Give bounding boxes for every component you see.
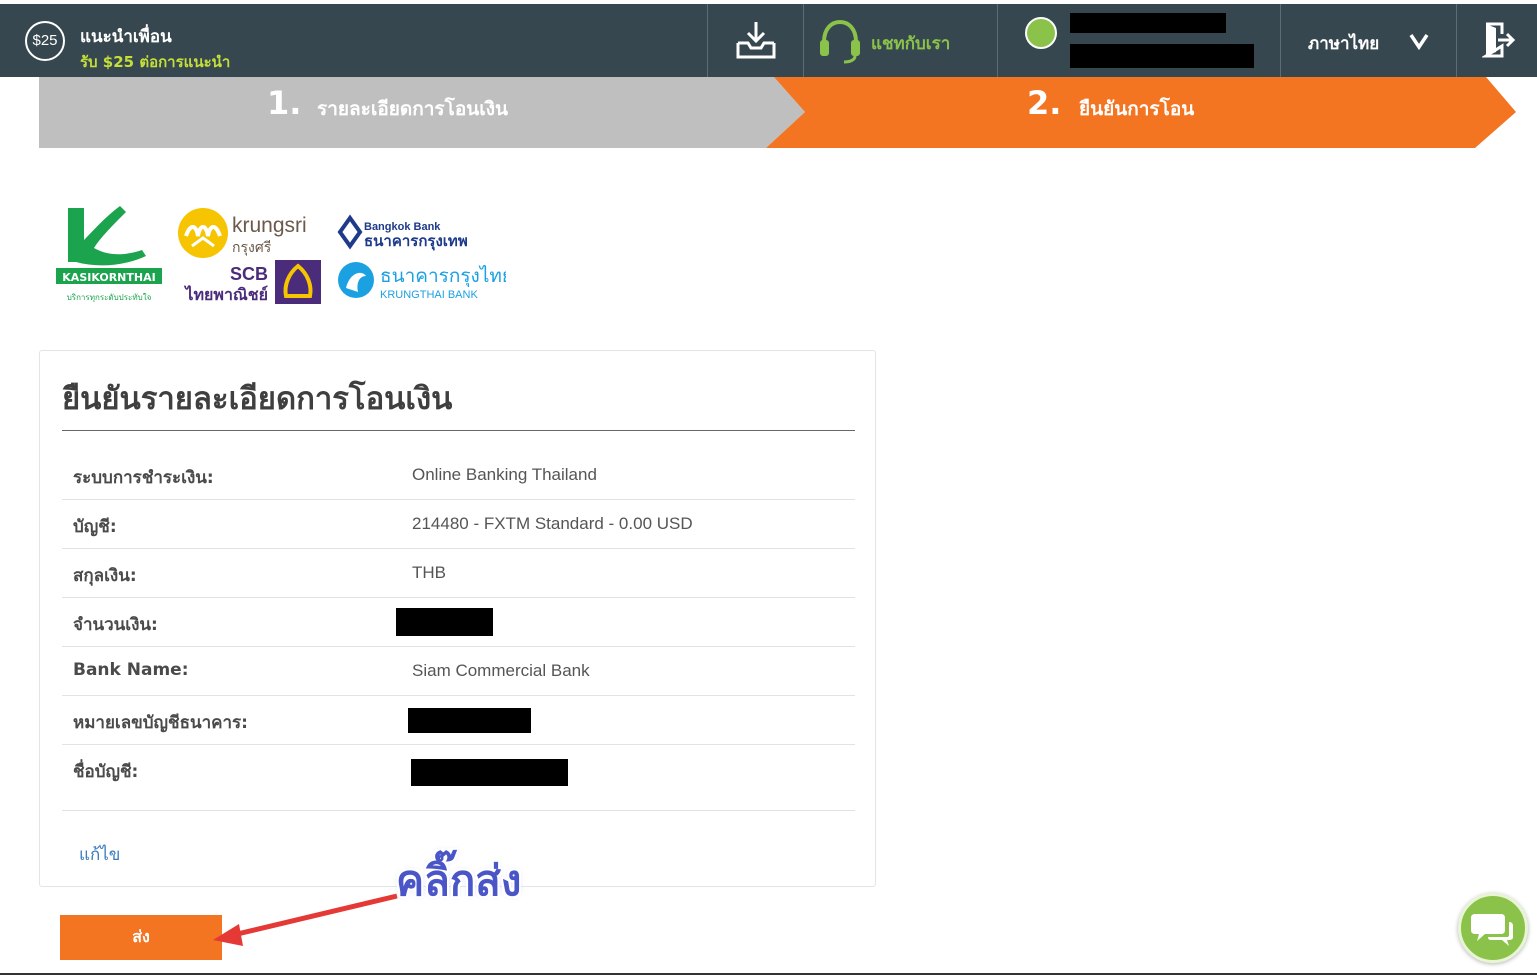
chevron-down-icon (1409, 34, 1429, 50)
row-value: Siam Commercial Bank (412, 661, 590, 680)
table-row: สกุลเงิน: THB (62, 549, 855, 598)
click-send-annotation: คลิ๊กส่ง (396, 856, 522, 905)
row-label: บัญชี: (73, 517, 117, 537)
refer-friend-subtitle[interactable]: รับ $25 ต่อการแนะนำ (80, 50, 230, 74)
svg-text:บริการทุกระดับประทับใจ: บริการทุกระดับประทับใจ (67, 293, 152, 302)
row-label: Bank Name: (73, 660, 189, 680)
redacted-amount (396, 608, 493, 636)
details-table: ระบบการชำระเงิน: Online Banking Thailand… (62, 451, 855, 811)
refer-friend-title[interactable]: แนะนำเพื่อน (80, 23, 172, 50)
table-row: ชื่อบัญชี: (62, 745, 855, 811)
table-row: หมายเลขบัญชีธนาคาร: (62, 696, 855, 745)
scb-logo: SCB ไทยพาณิชย์ (183, 260, 321, 304)
svg-text:KASIKORNTHAI: KASIKORNTHAI (62, 271, 155, 284)
row-label: สกุลเงิน: (73, 566, 137, 586)
row-label: ระบบการชำระเงิน: (73, 468, 214, 488)
svg-text:SCB: SCB (230, 264, 268, 284)
edit-link[interactable]: แก้ไข (79, 841, 120, 868)
kasikorn-logo: KASIKORNTHAI บริการทุกระดับประทับใจ (56, 206, 162, 302)
chat-with-us-button[interactable]: แชทกับเรา (804, 4, 997, 77)
card-title: ยืนยันรายละเอียดการโอนเงิน (62, 381, 453, 417)
redacted-account-name (411, 759, 568, 786)
svg-text:ธนาคารกรุงไทย: ธนาคารกรุงไทย (380, 265, 506, 288)
live-chat-button[interactable] (1458, 893, 1528, 963)
step-1-label: รายละเอียดการโอนเงิน (317, 98, 508, 120)
language-label: ภาษาไทย (1308, 34, 1380, 54)
step-2-label: ยืนยันการโอน (1079, 98, 1195, 120)
bottom-border (0, 973, 1537, 975)
online-status-icon (1025, 17, 1057, 49)
language-selector[interactable]: ภาษาไทย (1281, 4, 1456, 77)
redacted-user-name (1070, 13, 1226, 33)
row-label: หมายเลขบัญชีธนาคาร: (73, 713, 248, 733)
step-indicator: 1. รายละเอียดการโอนเงิน 2. ยืนยันการโอน (39, 77, 1519, 148)
svg-text:ธนาคารกรุงเทพ: ธนาคารกรุงเทพ (364, 232, 468, 251)
chat-label: แชทกับเรา (871, 34, 951, 54)
annotation-arrow (213, 893, 398, 946)
table-row: บัญชี: 214480 - FXTM Standard - 0.00 USD (62, 500, 855, 549)
svg-text:กรุงศรี: กรุงศรี (232, 240, 272, 256)
bank-logos: KASIKORNTHAI บริการทุกระดับประทับใจ krun… (54, 200, 514, 312)
chat-bubbles-icon (1471, 914, 1513, 946)
download-tray-icon (736, 22, 776, 59)
headset-icon (820, 19, 860, 64)
row-value: 214480 - FXTM Standard - 0.00 USD (412, 514, 693, 533)
svg-text:krungsri: krungsri (232, 214, 307, 237)
title-divider (62, 430, 855, 431)
svg-text:KRUNGTHAI BANK: KRUNGTHAI BANK (380, 289, 478, 301)
row-label: จำนวนเงิน: (73, 615, 158, 635)
redacted-account-number (408, 708, 531, 733)
step-1-number: 1. (267, 84, 302, 122)
download-button[interactable] (708, 4, 803, 77)
row-value: Online Banking Thailand (412, 465, 597, 484)
bangkok-bank-logo: Bangkok Bank ธนาคารกรุงเทพ (337, 214, 468, 251)
table-row: Bank Name: Siam Commercial Bank (62, 647, 855, 696)
row-value: THB (412, 563, 446, 582)
user-account-menu[interactable] (998, 4, 1280, 77)
referral-dollar-badge[interactable]: $25 (25, 21, 65, 61)
svg-text:ไทยพาณิชย์: ไทยพาณิชย์ (183, 285, 268, 304)
krungsri-logo: krungsri กรุงศรี (178, 208, 307, 258)
logout-button[interactable] (1457, 4, 1537, 77)
step-arrows (39, 77, 1516, 148)
table-row: ระบบการชำระเงิน: Online Banking Thailand (62, 451, 855, 500)
krungthai-logo: ธนาคารกรุงไทย KRUNGTHAI BANK (338, 262, 506, 301)
top-nav-bar: $25 แนะนำเพื่อน รับ $25 ต่อการแนะนำ แชทก… (0, 4, 1537, 77)
logout-icon (1482, 22, 1516, 58)
submit-button[interactable]: ส่ง (60, 915, 222, 960)
step-2-number: 2. (1027, 84, 1062, 122)
table-row: จำนวนเงิน: (62, 598, 855, 647)
confirm-transfer-card: ยืนยันรายละเอียดการโอนเงิน ระบบการชำระเง… (39, 350, 876, 887)
row-label: ชื่อบัญชี: (73, 762, 139, 782)
redacted-user-id (1070, 44, 1254, 68)
